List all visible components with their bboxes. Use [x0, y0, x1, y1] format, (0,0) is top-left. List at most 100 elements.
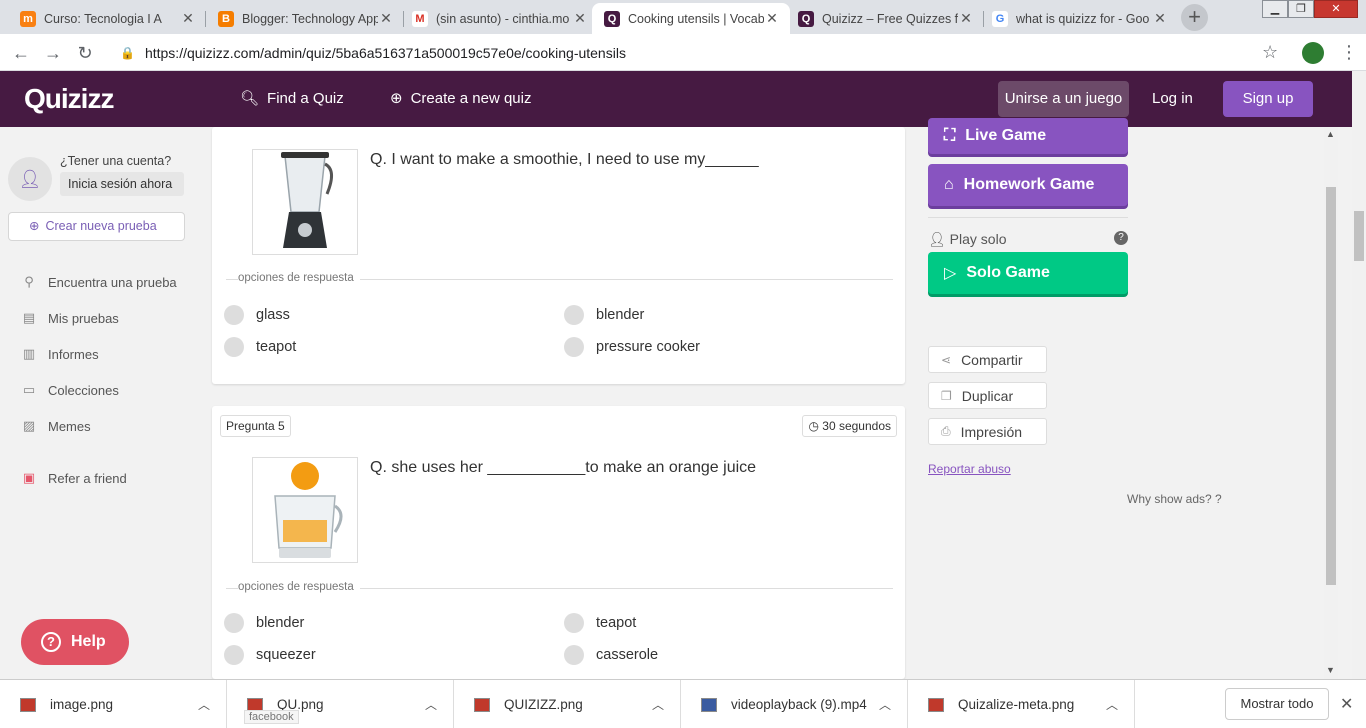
question-number-badge: Pregunta 5: [220, 415, 291, 437]
plus-circle-icon: ⊕: [29, 219, 40, 233]
sidebar-item-collections[interactable]: ▭ Colecciones: [20, 382, 119, 398]
help-circle-icon[interactable]: ?: [1114, 231, 1128, 245]
scroll-down-icon[interactable]: ▼: [1326, 665, 1335, 675]
quizizz-logo[interactable]: Quizizz: [24, 83, 114, 115]
print-label: Impresión: [960, 423, 1023, 440]
create-quiz-label: Create a new quiz: [410, 89, 532, 107]
address-bar[interactable]: 🔒 https://quizizz.com/admin/quiz/5ba6a51…: [112, 39, 1292, 67]
close-icon[interactable]: ✕: [378, 10, 394, 27]
option-indicator: [564, 305, 584, 325]
back-icon[interactable]: ←: [10, 42, 32, 64]
signup-button[interactable]: Sign up: [1223, 81, 1313, 117]
browser-tab[interactable]: m Curso: Tecnologia I A ✕: [8, 3, 206, 34]
create-new-quiz-label: Crear nueva prueba: [45, 219, 157, 233]
close-icon[interactable]: ✕: [572, 10, 588, 27]
play-solo-label: Play solo: [949, 231, 1007, 247]
close-icon[interactable]: ✕: [180, 10, 196, 27]
find-quiz-link[interactable]: 🔍︎ Find a Quiz: [240, 89, 344, 108]
home-icon: ⌂: [944, 176, 954, 193]
close-icon[interactable]: ✕: [1340, 694, 1353, 714]
join-game-button[interactable]: Unirse a un juego: [998, 81, 1129, 117]
chevron-up-icon[interactable]: ︿: [1106, 696, 1118, 713]
download-item[interactable]: QUIZIZZ.png ︿: [454, 680, 681, 728]
image-icon: ▨: [22, 418, 36, 433]
sidebar-item-refer[interactable]: ▣ Refer a friend: [20, 470, 127, 486]
tab-title: (sin asunto) - cinthia.mo: [436, 11, 570, 26]
close-icon[interactable]: ✕: [1152, 10, 1168, 27]
question-text: Q. she uses her ___________to make an or…: [370, 459, 757, 476]
download-filename: QUIZIZZ.png: [504, 697, 583, 712]
reload-icon[interactable]: ↻: [74, 42, 96, 64]
browser-tab[interactable]: B Blogger: Technology App ✕: [206, 3, 404, 34]
page-scrollbar[interactable]: [1352, 71, 1366, 679]
question-image: [252, 457, 358, 563]
blogger-icon: B: [218, 10, 234, 27]
browser-tab[interactable]: G what is quizizz for - Goo ✕: [980, 3, 1178, 34]
option-text: casserole: [596, 647, 659, 663]
create-new-quiz-button[interactable]: ⊕ Crear nueva prueba: [8, 212, 185, 241]
folder-icon: ▭: [22, 382, 36, 397]
download-item[interactable]: videoplayback (9).mp4 ︿: [681, 680, 908, 728]
minimize-button[interactable]: ▁: [1262, 0, 1288, 18]
forward-icon[interactable]: →: [42, 42, 64, 64]
why-ads-link[interactable]: Why show ads? ?: [1127, 492, 1222, 506]
browser-menu-icon[interactable]: ⋮: [1340, 42, 1358, 63]
presenter-icon: ⛶: [944, 127, 956, 144]
chevron-up-icon[interactable]: ︿: [879, 696, 891, 713]
download-item[interactable]: Quizalize-meta.png ︿: [908, 680, 1135, 728]
new-tab-button[interactable]: +: [1181, 4, 1208, 31]
browser-tab[interactable]: Q Quizizz – Free Quizzes fo ✕: [786, 3, 984, 34]
download-item[interactable]: image.png ︿: [0, 680, 227, 728]
answer-option: casserole: [564, 645, 658, 665]
sidebar-item-label: Colecciones: [48, 382, 119, 398]
live-game-label: Live Game: [965, 127, 1047, 144]
window-close-button[interactable]: ✕: [1314, 0, 1358, 18]
chevron-up-icon[interactable]: ︿: [425, 696, 437, 713]
chevron-up-icon[interactable]: ︿: [198, 696, 210, 713]
print-button[interactable]: ⎙ Impresión: [928, 418, 1047, 445]
sidebar-item-my-quizzes[interactable]: ▤ Mis pruebas: [20, 310, 119, 326]
login-now-button[interactable]: Inicia sesión ahora: [60, 172, 184, 196]
bookmark-star-icon[interactable]: ☆: [1262, 42, 1278, 63]
scroll-up-icon[interactable]: ▲: [1326, 129, 1335, 139]
gift-icon: ▣: [22, 470, 36, 485]
clock-icon: ◷: [808, 419, 819, 433]
url-text: https://quizizz.com/admin/quiz/5ba6a5163…: [144, 45, 626, 61]
live-game-button[interactable]: ⛶ Live Game: [928, 118, 1128, 154]
image-file-icon: [928, 697, 944, 712]
chevron-up-icon[interactable]: ︿: [652, 696, 664, 713]
sidebar-item-label: Mis pruebas: [48, 310, 119, 326]
user-icon: 👤︎: [928, 231, 946, 247]
sidebar-item-label: Informes: [48, 346, 99, 362]
show-all-downloads-button[interactable]: Mostrar todo: [1225, 688, 1329, 720]
panel-scrollbar[interactable]: ▲ ▼: [1324, 127, 1338, 679]
quizizz-icon: Q: [604, 10, 620, 27]
close-icon[interactable]: ✕: [764, 10, 780, 27]
browser-tab-active[interactable]: Q Cooking utensils | Vocab ✕: [592, 3, 790, 34]
sidebar-item-reports[interactable]: ▥ Informes: [20, 346, 99, 362]
help-label: Help: [71, 633, 106, 650]
report-abuse-link[interactable]: Reportar abuso: [928, 462, 1011, 476]
solo-game-button[interactable]: ▷ Solo Game: [928, 252, 1128, 294]
sidebar-item-find-quiz[interactable]: ⚲ Encuentra una prueba: [20, 274, 176, 290]
sidebar-item-memes[interactable]: ▨ Memes: [20, 418, 91, 434]
question-image: [252, 149, 358, 255]
homework-game-button[interactable]: ⌂ Homework Game: [928, 164, 1128, 206]
duplicate-button[interactable]: ❐ Duplicar: [928, 382, 1047, 409]
solo-game-label: Solo Game: [966, 264, 1050, 281]
tab-title: Quizizz – Free Quizzes fo: [822, 11, 958, 26]
login-link[interactable]: Log in: [1152, 90, 1193, 107]
close-icon[interactable]: ✕: [958, 10, 974, 27]
quizizz-icon: Q: [798, 10, 814, 27]
scrollbar-thumb[interactable]: [1326, 187, 1336, 585]
help-button[interactable]: ? Help: [21, 619, 129, 665]
extension-icon[interactable]: [1302, 42, 1324, 64]
option-indicator: [564, 645, 584, 665]
browser-tab[interactable]: M (sin asunto) - cinthia.mo ✕: [400, 3, 598, 34]
maximize-button[interactable]: ❐: [1288, 0, 1314, 18]
juicer-image: [274, 462, 343, 558]
scrollbar-thumb[interactable]: [1354, 211, 1364, 261]
option-text: teapot: [596, 615, 637, 631]
create-quiz-link[interactable]: ⊕ Create a new quiz: [390, 89, 532, 108]
share-button[interactable]: ⋖ Compartir: [928, 346, 1047, 373]
